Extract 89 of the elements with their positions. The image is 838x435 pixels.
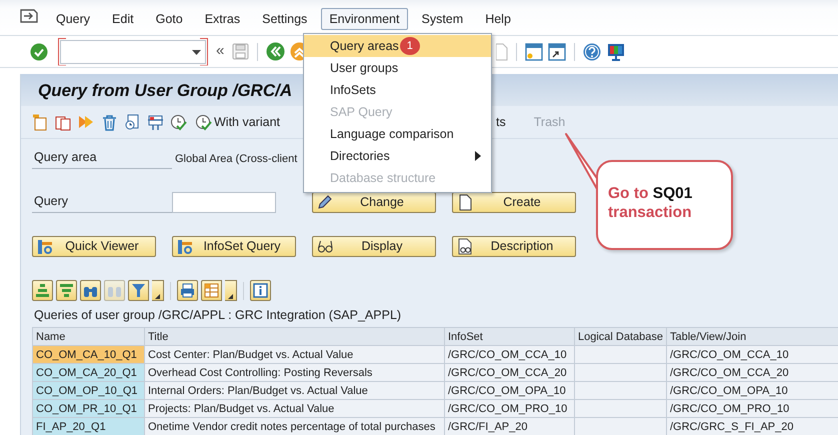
- table-cell: /GRC/FI_AP_20: [444, 418, 574, 435]
- pencil-icon: [317, 194, 333, 211]
- back-icon[interactable]: [266, 42, 286, 61]
- new-document-icon[interactable]: [32, 114, 49, 130]
- history-symbol[interactable]: «: [216, 40, 224, 63]
- filter-icon: [131, 283, 146, 298]
- dropdown-button[interactable]: [152, 280, 164, 301]
- menu-item[interactable]: Goto: [148, 8, 191, 30]
- table-cell[interactable]: CO_OM_CA_10_Q1: [32, 346, 144, 364]
- tools-icon: [37, 238, 53, 255]
- menu-item[interactable]: Query areas 1: [304, 35, 491, 57]
- help-icon[interactable]: [583, 42, 602, 60]
- document-glasses-icon: [457, 238, 473, 255]
- info-icon: [253, 283, 268, 298]
- column-header[interactable]: Logical Database: [574, 328, 666, 346]
- table-cell[interactable]: CO_OM_CA_20_Q1: [32, 364, 144, 382]
- double-arrow-icon[interactable]: [78, 114, 95, 130]
- find-button[interactable]: [80, 280, 101, 301]
- table-cell: /GRC/CO_OM_PRO_10: [444, 400, 574, 418]
- printer-icon: [180, 283, 195, 298]
- menu-item[interactable]: Language comparison: [304, 123, 491, 145]
- monitor-icon[interactable]: [607, 42, 626, 60]
- table-cell: /GRC/CO_OM_PRO_10: [666, 400, 838, 418]
- menu-item[interactable]: Environment: [321, 8, 408, 30]
- field-value: Global Area (Cross-client: [174, 152, 298, 166]
- button[interactable]: Create: [452, 192, 576, 213]
- table-cell: Overhead Cost Controlling: Posting Reversals: [144, 364, 444, 382]
- table-cell[interactable]: CO_OM_PR_10_Q1: [32, 400, 144, 418]
- table-caption: Queries of user group /GRC/APPL : GRC Integration (SAP_APPL): [33, 307, 402, 324]
- sort-descending-icon: [59, 283, 74, 298]
- report-icon[interactable]: [124, 114, 141, 130]
- sort-ascending-button[interactable]: [32, 280, 53, 301]
- checkmark-icon[interactable]: [30, 42, 48, 60]
- field-label: Query area: [32, 146, 172, 169]
- menu-item[interactable]: Extras: [196, 8, 248, 30]
- table-cell: Onetime Vendor credit notes percentage of total purchases: [144, 418, 444, 435]
- info-button[interactable]: [250, 280, 271, 301]
- step-badge: 1: [400, 37, 420, 55]
- filter-button[interactable]: [128, 280, 149, 301]
- trash-icon[interactable]: [101, 114, 118, 130]
- grid-icon: [204, 283, 219, 298]
- menu-item[interactable]: InfoSets: [304, 79, 491, 101]
- dropdown-arrow-icon: [228, 292, 234, 300]
- column-header[interactable]: Title: [144, 328, 444, 346]
- table-cell: /GRC/CO_OM_CCA_10: [444, 346, 574, 364]
- table-cell: Cost Center: Plan/Budget vs. Actual Value: [144, 346, 444, 364]
- menu-item[interactable]: Directories: [304, 145, 491, 167]
- column-header[interactable]: Table/View/Join: [666, 328, 838, 346]
- clock-check-icon: [195, 114, 212, 130]
- table-cell: Internal Orders: Plan/Budget vs. Actual Value: [144, 382, 444, 400]
- menu-item[interactable]: System: [414, 8, 472, 30]
- table-cell: /GRC/GRC_S_FI_AP_20: [666, 418, 838, 435]
- table-cell: /GRC/CO_OM_OPA_10: [444, 382, 574, 400]
- table-cell[interactable]: FI_AP_20_Q1: [32, 418, 144, 435]
- menu-item[interactable]: Edit: [104, 8, 142, 30]
- table-cell: /GRC/CO_OM_CCA_20: [444, 364, 574, 382]
- table-cell: /GRC/CO_OM_CCA_20: [666, 364, 838, 382]
- button[interactable]: Quick Viewer: [32, 236, 156, 257]
- table-cell: /GRC/CO_OM_CCA_10: [666, 346, 838, 364]
- menu-item[interactable]: Query: [48, 8, 98, 30]
- sort-ascending-icon: [35, 283, 50, 298]
- screen-icon[interactable]: [147, 114, 164, 130]
- tools-icon: [177, 238, 193, 255]
- button[interactable]: Change: [312, 192, 436, 213]
- glasses-icon: [317, 238, 333, 255]
- copy-icon[interactable]: [55, 114, 72, 130]
- print-button[interactable]: [177, 280, 198, 301]
- button[interactable]: Description: [452, 236, 576, 257]
- menu-icon[interactable]: [20, 8, 38, 24]
- column-header[interactable]: Name: [32, 328, 144, 346]
- command-field[interactable]: [60, 40, 206, 64]
- shortcut-window-icon[interactable]: [548, 42, 566, 60]
- input-field[interactable]: [172, 192, 276, 213]
- toolbar-button[interactable]: With variant: [193, 112, 282, 132]
- button[interactable]: Display: [312, 236, 436, 257]
- table-cell: /GRC/CO_OM_OPA_10: [666, 382, 838, 400]
- dropdown-arrow-icon: [154, 292, 160, 300]
- new-window-icon[interactable]: [525, 42, 544, 60]
- toolbar-button[interactable]: ts: [494, 112, 508, 132]
- table-cell[interactable]: CO_OM_OP_10_Q1: [32, 382, 144, 400]
- button[interactable]: InfoSet Query: [172, 236, 296, 257]
- layout-button[interactable]: [201, 280, 222, 301]
- menu-item[interactable]: Settings: [254, 8, 316, 30]
- sort-descending-button[interactable]: [56, 280, 77, 301]
- clock-check-icon[interactable]: [170, 114, 187, 130]
- menu-item[interactable]: Help: [477, 8, 519, 30]
- table-cell: Projects: Plan/Budget vs. Actual Value: [144, 400, 444, 418]
- column-header[interactable]: InfoSet: [444, 328, 574, 346]
- dropdown-button[interactable]: [225, 280, 237, 301]
